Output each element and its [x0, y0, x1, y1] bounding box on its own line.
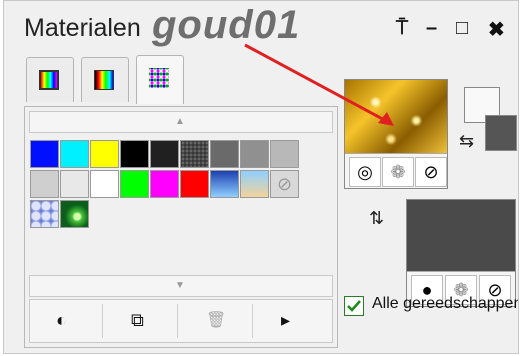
background-color-swatch[interactable]: [485, 115, 517, 151]
pin-icon: ⍑: [396, 17, 408, 39]
swatch[interactable]: [60, 140, 89, 168]
tab-gradient[interactable]: [81, 57, 129, 102]
minimize-icon: –: [426, 17, 438, 39]
swatch[interactable]: [150, 170, 179, 198]
foreground-material[interactable]: ◎ ❁ ⊘: [344, 79, 448, 189]
swap-colors-icon[interactable]: ⇆: [459, 131, 474, 152]
more-button[interactable]: ▸: [255, 304, 327, 338]
delete-swatch-button[interactable]: 🗑: [180, 304, 253, 338]
overlay-title: goud01: [152, 3, 301, 47]
tab-frame[interactable]: [26, 57, 74, 102]
maximize-icon: □: [456, 17, 469, 39]
swatch[interactable]: [270, 140, 299, 168]
swatch[interactable]: [150, 140, 179, 168]
gradient-icon: [94, 70, 114, 90]
swatch-pattern-green[interactable]: [60, 200, 89, 228]
chevron-down-icon: ▼: [175, 280, 185, 291]
check-icon: [347, 300, 361, 312]
swatch[interactable]: [90, 140, 119, 168]
scroll-up-button[interactable]: ▲: [29, 111, 333, 133]
palette-icon: ◐: [56, 310, 67, 330]
swatch-none[interactable]: ⊘: [270, 170, 299, 198]
gold-pattern-preview: [345, 80, 447, 154]
swatch[interactable]: [240, 140, 269, 168]
swatch[interactable]: [90, 170, 119, 198]
swatch[interactable]: [30, 170, 59, 198]
swatch[interactable]: [210, 140, 239, 168]
close-button[interactable]: ✖: [488, 17, 505, 42]
swatches-icon: [149, 68, 169, 88]
document-icon: ⧉: [131, 310, 144, 330]
frame-icon: [39, 70, 59, 90]
swatch-pattern-blue[interactable]: [30, 200, 59, 228]
swatch[interactable]: [180, 170, 209, 198]
properties-area: ◎ ❁ ⊘ ⇆ ⇅ ● ❁ ⊘: [339, 79, 518, 309]
swatch-texture-dark[interactable]: [180, 140, 209, 168]
checkbox-box[interactable]: [344, 296, 364, 316]
style-button[interactable]: ◎: [349, 157, 381, 187]
swatch[interactable]: [30, 140, 59, 168]
add-swatch-button[interactable]: ⧉: [105, 304, 178, 338]
background-material[interactable]: ● ❁ ⊘: [406, 199, 516, 307]
texture-button[interactable]: ❁: [382, 157, 414, 187]
close-icon: ✖: [488, 19, 505, 41]
materials-panel: Materialen goud01 ⍑ – □ ✖ ▲ ⊘ ▼ ◐ ⧉ 🗑 ▸ …: [3, 0, 519, 354]
tab-swatches[interactable]: [136, 55, 184, 104]
play-icon: ▸: [281, 310, 291, 330]
swatch-gradient-sky[interactable]: [240, 170, 269, 198]
panel-title: Materialen: [24, 14, 141, 42]
no-icon: ⊘: [423, 162, 439, 182]
swatch-toolbar: ◐ ⧉ 🗑 ▸: [29, 299, 333, 343]
swap-materials-icon[interactable]: ⇅: [369, 208, 384, 229]
checkbox-label: Alle gereedschappen: [372, 295, 519, 312]
swatch[interactable]: [120, 170, 149, 198]
minimize-button[interactable]: –: [426, 17, 437, 40]
swatch[interactable]: [120, 140, 149, 168]
titlebar: Materialen goud01 ⍑ – □ ✖: [4, 1, 518, 51]
swatch-gradient-blue[interactable]: [210, 170, 239, 198]
none-icon: ⊘: [276, 174, 293, 194]
swatch[interactable]: [60, 170, 89, 198]
foreground-mini-buttons: ◎ ❁ ⊘: [345, 153, 447, 188]
maximize-button[interactable]: □: [456, 17, 468, 40]
all-tools-checkbox[interactable]: Alle gereedschappen: [344, 295, 518, 321]
pin-button[interactable]: ⍑: [396, 17, 408, 40]
swatch-panel: ▲ ⊘ ▼ ◐ ⧉ 🗑 ▸: [24, 106, 338, 348]
transparent-button[interactable]: ⊘: [415, 157, 447, 187]
style-icon: ◎: [357, 162, 373, 182]
chevron-up-icon: ▲: [175, 116, 185, 127]
palette-button[interactable]: ◐: [30, 304, 103, 338]
scroll-down-button[interactable]: ▼: [29, 275, 333, 297]
trash-icon: 🗑: [206, 312, 227, 329]
texture-icon: ❁: [390, 162, 406, 182]
